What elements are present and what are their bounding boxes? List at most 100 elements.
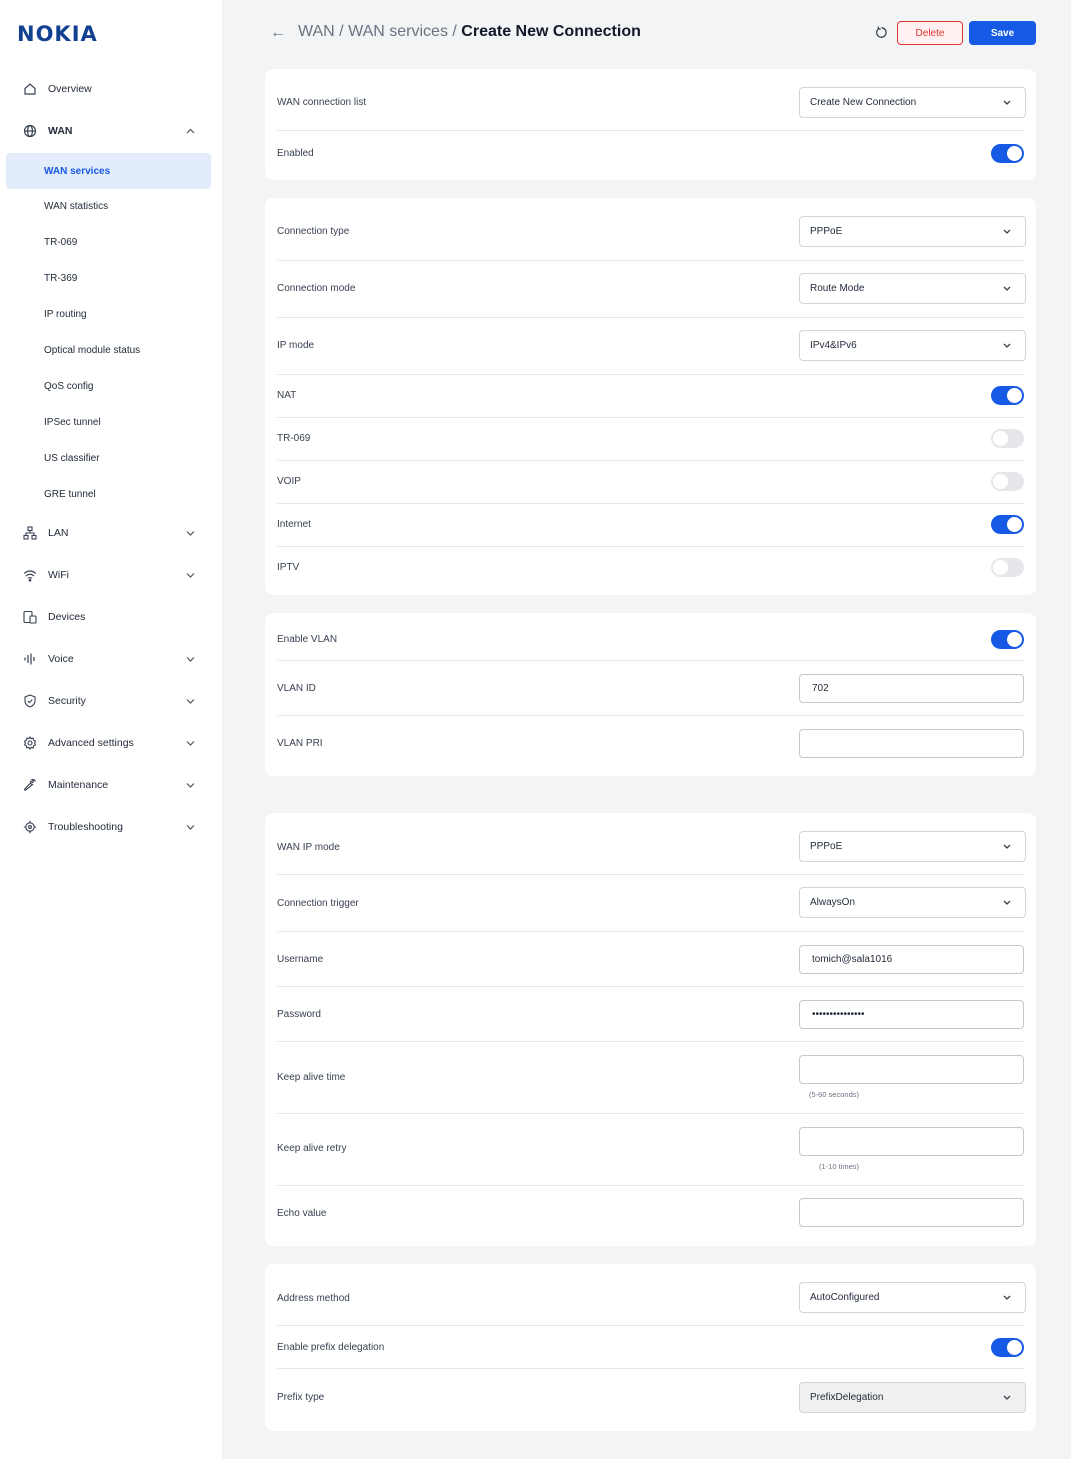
sidebar-item-gre-tunnel[interactable]: GRE tunnel <box>6 476 211 512</box>
address-method-select[interactable]: AutoConfigured <box>799 1282 1026 1313</box>
page-header: ← WAN / WAN services / Create New Connec… <box>222 0 1071 66</box>
enable-vlan-toggle[interactable] <box>991 630 1024 649</box>
voip-toggle[interactable] <box>991 472 1024 491</box>
refresh-icon[interactable] <box>873 23 889 41</box>
sidebar-item-qos-config[interactable]: QoS config <box>6 368 211 404</box>
nav-security[interactable]: Security <box>6 683 211 719</box>
nav-lan[interactable]: LAN <box>6 515 211 551</box>
iptv-toggle[interactable] <box>991 558 1024 577</box>
prefix-delegation-label: Enable prefix delegation <box>277 1342 385 1353</box>
row-voip: VOIP <box>277 461 1024 504</box>
address-method-label: Address method <box>277 1293 350 1304</box>
nav-wifi[interactable]: WiFi <box>6 557 211 593</box>
sidebar-item-tr069[interactable]: TR-069 <box>6 224 211 260</box>
wrench-icon <box>22 777 38 793</box>
breadcrumb-wan-services[interactable]: WAN services <box>348 23 448 40</box>
tr069-toggle[interactable] <box>991 429 1024 448</box>
devices-icon <box>22 609 38 625</box>
wan-connection-list-label: WAN connection list <box>277 97 367 108</box>
connection-type-label: Connection type <box>277 226 350 237</box>
connection-trigger-select[interactable]: AlwaysOn <box>799 887 1026 918</box>
sidebar-item-wan-services[interactable]: WAN services <box>6 153 211 189</box>
keepalive-time-input[interactable] <box>799 1055 1024 1084</box>
breadcrumb-wan[interactable]: WAN <box>298 23 335 40</box>
breadcrumb-separator: / <box>447 23 462 40</box>
card-wan-connection: WAN connection list Create New Connectio… <box>265 69 1036 180</box>
keepalive-time-hint: (5-60 seconds) <box>808 1090 859 1099</box>
password-label: Password <box>277 1009 321 1020</box>
chevron-down-icon <box>1003 1295 1013 1300</box>
nav-troubleshooting-label: Troubleshooting <box>48 821 123 833</box>
row-iptv: IPTV <box>277 547 1024 595</box>
nav-overview[interactable]: Overview <box>6 71 211 107</box>
toggle-knob <box>993 431 1008 446</box>
toggle-knob <box>1007 388 1022 403</box>
row-address-method: Address method AutoConfigured <box>277 1264 1026 1326</box>
nav-wan[interactable]: WAN <box>6 113 211 149</box>
internet-toggle[interactable] <box>991 515 1024 534</box>
chevron-down-icon <box>1003 229 1013 234</box>
row-vlan-pri: VLAN PRI <box>277 716 1024 776</box>
chevron-down-icon <box>185 528 195 538</box>
sidebar-item-ip-routing[interactable]: IP routing <box>6 296 211 332</box>
sidebar-item-ipsec-tunnel[interactable]: IPSec tunnel <box>6 404 211 440</box>
username-input[interactable]: tomich@sala1016 <box>799 945 1024 974</box>
card-ipv6-address: Address method AutoConfigured Enable pre… <box>265 1264 1036 1431</box>
connection-mode-select[interactable]: Route Mode <box>799 273 1026 304</box>
back-arrow-icon[interactable]: ← <box>270 24 286 42</box>
row-echo-value: Echo value <box>277 1186 1024 1246</box>
row-enable-vlan: Enable VLAN <box>277 613 1024 661</box>
connection-mode-label: Connection mode <box>277 283 356 294</box>
nav-troubleshooting[interactable]: Troubleshooting <box>6 809 211 845</box>
sidebar-item-label: US classifier <box>44 452 100 464</box>
chevron-down-icon <box>185 738 195 748</box>
sidebar-item-us-classifier[interactable]: US classifier <box>6 440 211 476</box>
sidebar-item-label: QoS config <box>44 380 94 392</box>
wifi-icon <box>22 567 38 583</box>
voice-icon <box>22 651 38 667</box>
connection-type-select[interactable]: PPPoE <box>799 216 1026 247</box>
row-wan-ip-mode: WAN IP mode PPPoE <box>277 813 1026 875</box>
select-value: PrefixDelegation <box>810 1392 884 1403</box>
connection-trigger-label: Connection trigger <box>277 898 359 909</box>
chevron-down-icon <box>1003 286 1013 291</box>
gear-icon <box>22 735 38 751</box>
save-button[interactable]: Save <box>969 21 1036 45</box>
nav-wan-label: WAN <box>48 125 73 137</box>
target-icon <box>22 819 38 835</box>
shield-icon <box>22 693 38 709</box>
nokia-logo[interactable]: NOKIA <box>17 22 98 46</box>
nav-voice[interactable]: Voice <box>6 641 211 677</box>
nat-toggle[interactable] <box>991 386 1024 405</box>
sidebar-item-tr369[interactable]: TR-369 <box>6 260 211 296</box>
select-value: PPPoE <box>810 841 843 852</box>
sidebar-item-wan-statistics[interactable]: WAN statistics <box>6 188 211 224</box>
echo-value-input[interactable] <box>799 1198 1024 1227</box>
chevron-down-icon <box>185 654 195 664</box>
select-value: AutoConfigured <box>810 1292 880 1303</box>
nav-devices[interactable]: Devices <box>6 599 211 635</box>
voip-label: VOIP <box>277 476 301 487</box>
nav-maintenance[interactable]: Maintenance <box>6 767 211 803</box>
password-input[interactable]: ••••••••••••••• <box>799 1000 1024 1029</box>
enabled-toggle[interactable] <box>991 144 1024 163</box>
sidebar-item-optical-module[interactable]: Optical module status <box>6 332 211 368</box>
breadcrumb-separator: / <box>334 23 349 40</box>
enabled-label: Enabled <box>277 148 314 159</box>
nav-lan-label: LAN <box>48 527 69 539</box>
keepalive-retry-input[interactable] <box>799 1127 1024 1156</box>
wan-ip-mode-select[interactable]: PPPoE <box>799 831 1026 862</box>
prefix-delegation-toggle[interactable] <box>991 1338 1024 1357</box>
breadcrumb: WAN / WAN services / Create New Connecti… <box>298 23 641 41</box>
chevron-down-icon <box>1003 100 1013 105</box>
keepalive-retry-hint: (1-10 times) <box>818 1162 859 1171</box>
prefix-type-select[interactable]: PrefixDelegation <box>799 1382 1026 1413</box>
wan-connection-list-select[interactable]: Create New Connection <box>799 87 1026 118</box>
delete-button[interactable]: Delete <box>897 21 963 45</box>
select-value: Create New Connection <box>810 97 917 108</box>
ip-mode-select[interactable]: IPv4&IPv6 <box>799 330 1026 361</box>
vlan-pri-input[interactable] <box>799 729 1024 758</box>
prefix-type-label: Prefix type <box>277 1392 325 1403</box>
nav-advanced-settings[interactable]: Advanced settings <box>6 725 211 761</box>
vlan-id-input[interactable]: 702 <box>799 674 1024 703</box>
